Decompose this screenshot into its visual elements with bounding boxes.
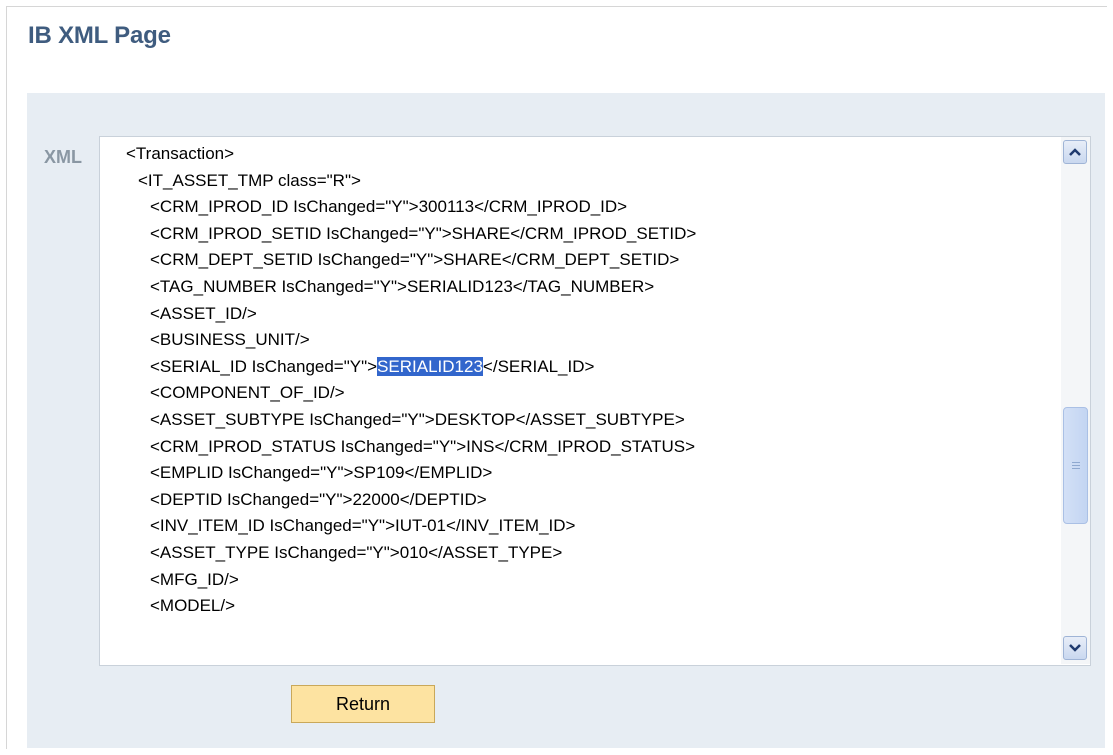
xml-line: <CRM_IPROD_STATUS IsChanged="Y">INS</CRM… [150, 436, 696, 456]
chevron-down-icon [1069, 644, 1081, 652]
scroll-down-button[interactable] [1063, 636, 1087, 660]
xml-line: <ASSET_SUBTYPE IsChanged="Y">DESKTOP</AS… [150, 409, 685, 429]
xml-line: <ASSET_TYPE IsChanged="Y">010</ASSET_TYP… [150, 542, 563, 562]
xml-scrollbar[interactable] [1061, 137, 1090, 664]
xml-label: XML [44, 147, 82, 167]
xml-line: <Transaction> [126, 144, 235, 163]
return-button[interactable]: Return [291, 685, 435, 723]
xml-line: <SERIAL_ID IsChanged="Y">SERIALID123</SE… [150, 356, 595, 376]
xml-textarea[interactable]: <Transaction> <IT_ASSET_TMP class="R"> <CR… [99, 136, 1091, 666]
xml-line: <MFG_ID/> [150, 569, 239, 589]
xml-line: <DEPTID IsChanged="Y">22000</DEPTID> [150, 489, 487, 509]
scroll-thumb[interactable] [1063, 407, 1088, 524]
grip-icon [1071, 462, 1080, 469]
xml-content[interactable]: <Transaction> <IT_ASSET_TMP class="R"> <CR… [100, 141, 1058, 620]
xml-line: <IT_ASSET_TMP class="R"> [138, 170, 361, 190]
selected-text: SERIALID123 [377, 356, 483, 376]
xml-line: <MODEL/> [150, 596, 236, 616]
xml-line: <TAG_NUMBER IsChanged="Y">SERIALID123</T… [150, 276, 655, 296]
xml-line: <ASSET_ID/> [150, 303, 257, 323]
chevron-up-icon [1069, 148, 1081, 156]
scroll-up-button[interactable] [1063, 140, 1087, 164]
xml-line: <BUSINESS_UNIT/> [150, 330, 310, 350]
xml-line: <EMPLID IsChanged="Y">SP109</EMPLID> [150, 463, 493, 483]
xml-line: <CRM_DEPT_SETID IsChanged="Y">SHARE</CRM… [150, 250, 680, 270]
xml-line: <COMPONENT_OF_ID/> [150, 383, 345, 403]
page-title: IB XML Page [28, 22, 171, 49]
xml-line: <CRM_IPROD_ID IsChanged="Y">300113</CRM_… [150, 197, 628, 217]
xml-line: <INV_ITEM_ID IsChanged="Y">IUT-01</INV_I… [150, 516, 576, 536]
xml-line: <CRM_IPROD_SETID IsChanged="Y">SHARE</CR… [150, 223, 697, 243]
